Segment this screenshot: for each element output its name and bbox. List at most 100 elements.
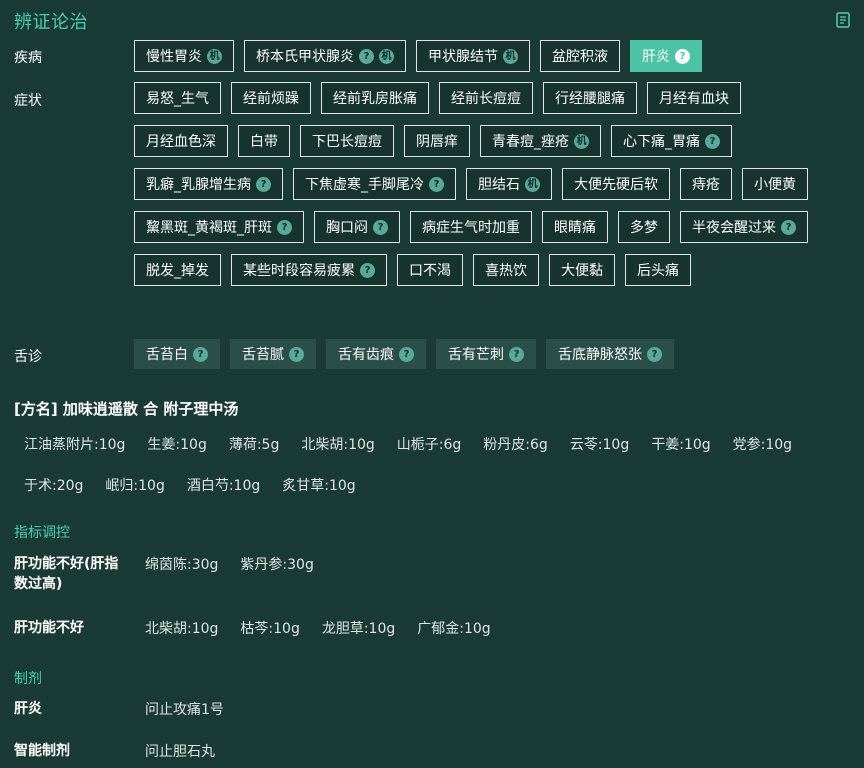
- symptom-tag-label: 多梦: [630, 220, 658, 236]
- disease-label: 疾病: [14, 50, 42, 66]
- help-icon[interactable]: ?: [359, 48, 374, 64]
- symptom-tag[interactable]: 病症生气时加重: [410, 211, 532, 243]
- disease-tag-label: 盆腔积液: [552, 49, 608, 65]
- symptom-tag[interactable]: 口不渴: [397, 254, 463, 286]
- tongue-tag-label: 舌苔腻: [242, 347, 284, 363]
- symptom-tag-label: 后头痛: [637, 263, 679, 279]
- indicator-label: 肝功能不好(肝指数过高): [14, 556, 119, 592]
- symptom-tag-label: 阴唇痒: [416, 134, 458, 150]
- disease-tag[interactable]: 慢性胃炎机: [134, 40, 234, 72]
- symptom-tag[interactable]: 心下痛_胃痛?: [611, 125, 732, 157]
- symptom-tag[interactable]: 后头痛: [625, 254, 691, 286]
- symptom-tag-label: 胸口闷: [326, 220, 368, 236]
- symptom-tag-label: 经前烦躁: [243, 91, 299, 107]
- help-icon[interactable]: ?: [509, 346, 524, 362]
- symptom-tag[interactable]: 经前乳房胀痛: [321, 82, 429, 114]
- symptom-tag[interactable]: 经前烦躁: [231, 82, 311, 114]
- symptom-tag[interactable]: 下焦虚寒_手脚尾冷?: [293, 168, 456, 200]
- tongue-label: 舌诊: [14, 349, 42, 365]
- symptom-tag-label: 大便先硬后软: [574, 177, 658, 193]
- herb-item: 山栀子:6g: [396, 437, 462, 453]
- herb-item: 生姜:10g: [147, 437, 207, 453]
- symptom-tag[interactable]: 喜热饮: [473, 254, 539, 286]
- symptom-tag[interactable]: 阴唇痒: [404, 125, 470, 157]
- symptom-tag[interactable]: 黧黑斑_黄褐斑_肝斑?: [134, 211, 304, 243]
- symptom-tag[interactable]: 半夜会醒过来?: [680, 211, 808, 243]
- help-icon[interactable]: ?: [705, 133, 720, 149]
- symptom-tag[interactable]: 经前长痘痘: [439, 82, 533, 114]
- tongue-tag[interactable]: 舌有芒刺?: [436, 339, 536, 369]
- tongue-tag[interactable]: 舌有齿痕?: [326, 339, 426, 369]
- help-icon[interactable]: ?: [193, 346, 208, 362]
- tongue-tag-label: 舌有芒刺: [448, 347, 504, 363]
- symptom-tag-label: 眼睛痛: [554, 220, 596, 236]
- disease-tag[interactable]: 肝炎?: [630, 40, 702, 72]
- symptom-tag-label: 喜热饮: [485, 263, 527, 279]
- help-icon[interactable]: ?: [277, 219, 292, 235]
- symptom-tag[interactable]: 脱发_掉发: [134, 254, 221, 286]
- symptom-tag[interactable]: 痔疮: [680, 168, 732, 200]
- symptom-tag-label: 月经有血块: [659, 91, 729, 107]
- herbs-row: 于术:20g 岷归:10g 酒白芍:10g 炙甘草:10g: [24, 475, 844, 495]
- herb-item: 酒白芍:10g: [186, 478, 261, 494]
- symptom-tag[interactable]: 月经有血块: [647, 82, 741, 114]
- help-icon[interactable]: ?: [399, 346, 414, 362]
- disease-tag[interactable]: 甲状腺结节机: [416, 40, 530, 72]
- indicator-herb: 广郁金:10g: [417, 621, 491, 637]
- symptom-tag-label: 黧黑斑_黄褐斑_肝斑: [146, 220, 272, 236]
- symptom-tag[interactable]: 胸口闷?: [314, 211, 400, 243]
- symptom-tag[interactable]: 眼睛痛: [542, 211, 608, 243]
- symptom-tag[interactable]: 青春痘_痤疮机: [480, 125, 601, 157]
- help-icon[interactable]: ?: [289, 346, 304, 362]
- tongue-tag[interactable]: 舌底静脉怒张?: [546, 339, 674, 369]
- symptom-tag[interactable]: 月经血色深: [134, 125, 228, 157]
- symptom-tags: 易怒_生气 经前烦躁 经前乳房胀痛 经前长痘痘 行经腰腿痛 月经有血块月经血色深 白带 下巴长…: [134, 82, 834, 286]
- symptom-tag-label: 心下痛_胃痛: [623, 134, 700, 150]
- help-icon[interactable]: ?: [675, 48, 690, 64]
- herb-item: 薄荷:5g: [228, 437, 280, 453]
- herb-item: 党参:10g: [732, 437, 793, 453]
- symptom-tag-label: 易怒_生气: [146, 91, 209, 107]
- indicator-values: 北柴胡:10g 枯芩:10g 龙胆草:10g 广郁金:10g: [145, 618, 491, 638]
- symptom-tag-label: 口不渴: [409, 263, 451, 279]
- symptom-tag[interactable]: 易怒_生气: [134, 82, 221, 114]
- symptom-tag[interactable]: 大便黏: [549, 254, 615, 286]
- help-icon[interactable]: ?: [360, 262, 375, 278]
- indicator-values: 绵茵陈:30g 紫丹参:30g: [145, 554, 314, 574]
- preparation-value: 问止攻痛1号: [145, 702, 224, 718]
- symptom-tag[interactable]: 大便先硬后软: [562, 168, 670, 200]
- symptom-tag-label: 某些时段容易疲累: [243, 263, 355, 279]
- disease-tag[interactable]: 盆腔积液: [540, 40, 620, 72]
- symptom-tag[interactable]: 乳癖_乳腺增生病?: [134, 168, 283, 200]
- symptom-tag-label: 胆结石: [478, 177, 520, 193]
- herbs-row: 江油蒸附片:10g 生姜:10g 薄荷:5g 北柴胡:10g 山栀子:6g 粉丹皮:6g 云…: [24, 434, 844, 454]
- tongue-tag[interactable]: 舌苔腻?: [230, 339, 316, 369]
- disease-tag-label: 桥本氏甲状腺炎: [256, 49, 354, 65]
- symptom-tag-label: 经前长痘痘: [451, 91, 521, 107]
- symptom-tag[interactable]: 某些时段容易疲累?: [231, 254, 387, 286]
- indicator-herb: 紫丹参:30g: [240, 557, 314, 573]
- help-icon[interactable]: ?: [256, 176, 271, 192]
- herb-item: 于术:20g: [24, 478, 84, 494]
- help-icon[interactable]: ?: [647, 346, 662, 362]
- document-icon[interactable]: [836, 12, 850, 28]
- preparation-label: 肝炎: [14, 701, 42, 717]
- symptom-tag-label: 半夜会醒过来: [692, 220, 776, 236]
- symptom-tag[interactable]: 行经腰腿痛: [543, 82, 637, 114]
- tongue-tag[interactable]: 舌苔白?: [134, 339, 220, 369]
- symptom-tag[interactable]: 多梦: [618, 211, 670, 243]
- symptom-tag-label: 经前乳房胀痛: [333, 91, 417, 107]
- disease-tag[interactable]: 桥本氏甲状腺炎? 机: [244, 40, 406, 72]
- help-icon[interactable]: ?: [781, 219, 796, 235]
- symptom-tag[interactable]: 小便黄: [742, 168, 808, 200]
- help-icon[interactable]: ?: [429, 176, 444, 192]
- disease-tag-label: 肝炎: [642, 49, 670, 65]
- tongue-tags: 舌苔白? 舌苔腻? 舌有齿痕? 舌有芒刺? 舌底静脉怒张?: [134, 339, 834, 369]
- symptom-tag[interactable]: 白带: [238, 125, 290, 157]
- help-icon[interactable]: ?: [373, 219, 388, 235]
- indicator-herb: 枯芩:10g: [240, 621, 300, 637]
- symptom-tag[interactable]: 胆结石机: [466, 168, 552, 200]
- herb-item: 干姜:10g: [651, 437, 711, 453]
- symptom-tag[interactable]: 下巴长痘痘: [300, 125, 394, 157]
- preparation-heading: 制剂: [14, 671, 42, 687]
